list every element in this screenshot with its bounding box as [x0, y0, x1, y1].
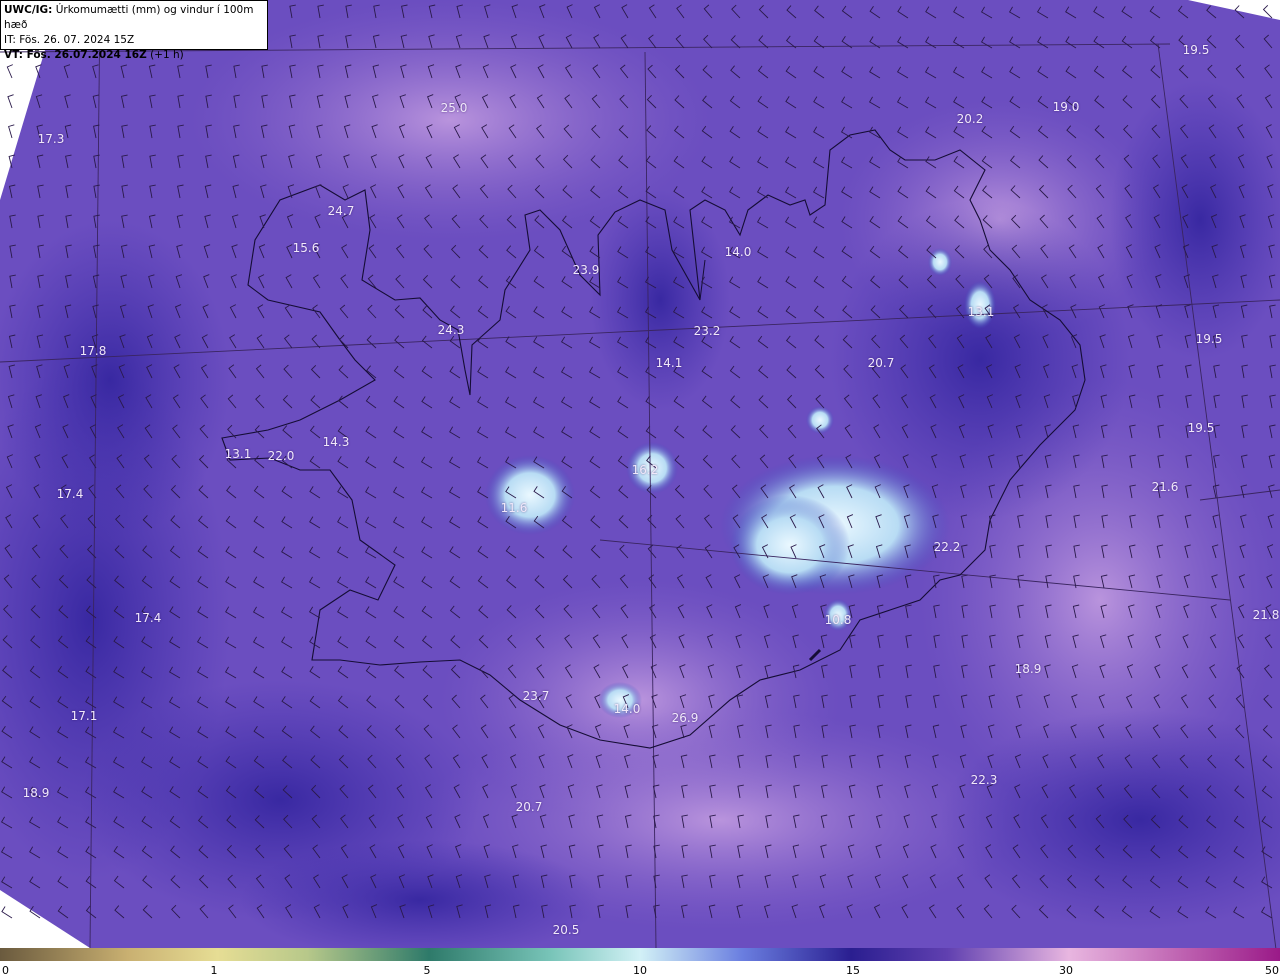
colorbar-tick: 15 — [846, 964, 860, 977]
map-value-label: 20.7 — [867, 356, 895, 370]
map-value-label: 14.0 — [613, 702, 641, 716]
product-code: UWC/IG: — [4, 4, 53, 16]
map-value-label: 20.5 — [552, 923, 580, 937]
map-header-box: UWC/IG: Úrkomumætti (mm) og vindur í 100… — [0, 0, 268, 61]
map-value-label: 17.4 — [56, 487, 84, 501]
map-value-label: 26.9 — [671, 711, 699, 725]
map-value-label: 24.3 — [437, 323, 465, 337]
colorbar: 0 1 5 10 15 30 50 — [0, 948, 1280, 978]
map-value-label: 23.9 — [572, 263, 600, 277]
colorbar-tick: 10 — [633, 964, 647, 977]
colorbar-strip — [0, 948, 1280, 961]
map-value-label: 23.7 — [522, 689, 550, 703]
colorbar-tick: 50 — [1265, 964, 1279, 977]
precipitable-water-map: 25.0 17.3 20.2 19.0 19.5 24.7 15.6 23.9 … — [0, 0, 1280, 948]
colorbar-tick: 5 — [423, 964, 431, 977]
map-value-label: 22.2 — [933, 540, 961, 554]
map-value-label: 20.7 — [515, 800, 543, 814]
map-value-label: 23.2 — [693, 324, 721, 338]
title-line: UWC/IG: Úrkomumætti (mm) og vindur í 100… — [4, 3, 264, 33]
map-value-label: 24.7 — [327, 204, 355, 218]
map-value-label: 10.8 — [824, 613, 852, 627]
map-value-label: 14.3 — [322, 435, 350, 449]
map-value-label: 19.5 — [1195, 332, 1223, 346]
map-value-label: 19.5 — [1182, 43, 1210, 57]
map-value-label: 18.9 — [22, 786, 50, 800]
colorbar-tick: 30 — [1059, 964, 1073, 977]
map-value-label: 19.5 — [1187, 421, 1215, 435]
map-value-label: 19.0 — [1052, 100, 1080, 114]
map-value-label: 13.1 — [967, 305, 995, 319]
colorbar-tick: 0 — [2, 964, 9, 977]
map-value-label: 17.4 — [134, 611, 162, 625]
map-value-label: 20.2 — [956, 112, 984, 126]
map-value-label: 22.0 — [267, 449, 295, 463]
map-value-label: 17.1 — [70, 709, 98, 723]
map-value-label: 11.6 — [500, 501, 528, 515]
map-value-label: 14.1 — [655, 356, 683, 370]
map-value-label: 13.1 — [224, 447, 252, 461]
map-value-label: 18.9 — [1014, 662, 1042, 676]
map-value-label: 16.2 — [631, 463, 659, 477]
valid-time: VT: Fös. 26.07.2024 16Z — [4, 49, 147, 61]
map-value-label: 17.8 — [79, 344, 107, 358]
lead-time: (+1 h) — [150, 49, 184, 61]
map-value-label: 17.3 — [37, 132, 65, 146]
colorbar-tick: 1 — [210, 964, 218, 977]
map-value-label: 22.3 — [970, 773, 998, 787]
map-value-label: 21.8 — [1252, 608, 1280, 622]
valid-time-line: VT: Fös. 26.07.2024 16Z (+1 h) — [4, 48, 264, 63]
map-value-label: 14.0 — [724, 245, 752, 259]
map-value-label: 15.6 — [292, 241, 320, 255]
map-value-label: 21.6 — [1151, 480, 1179, 494]
init-time: IT: Fös. 26. 07. 2024 15Z — [4, 34, 135, 46]
map-value-label: 25.0 — [440, 101, 468, 115]
